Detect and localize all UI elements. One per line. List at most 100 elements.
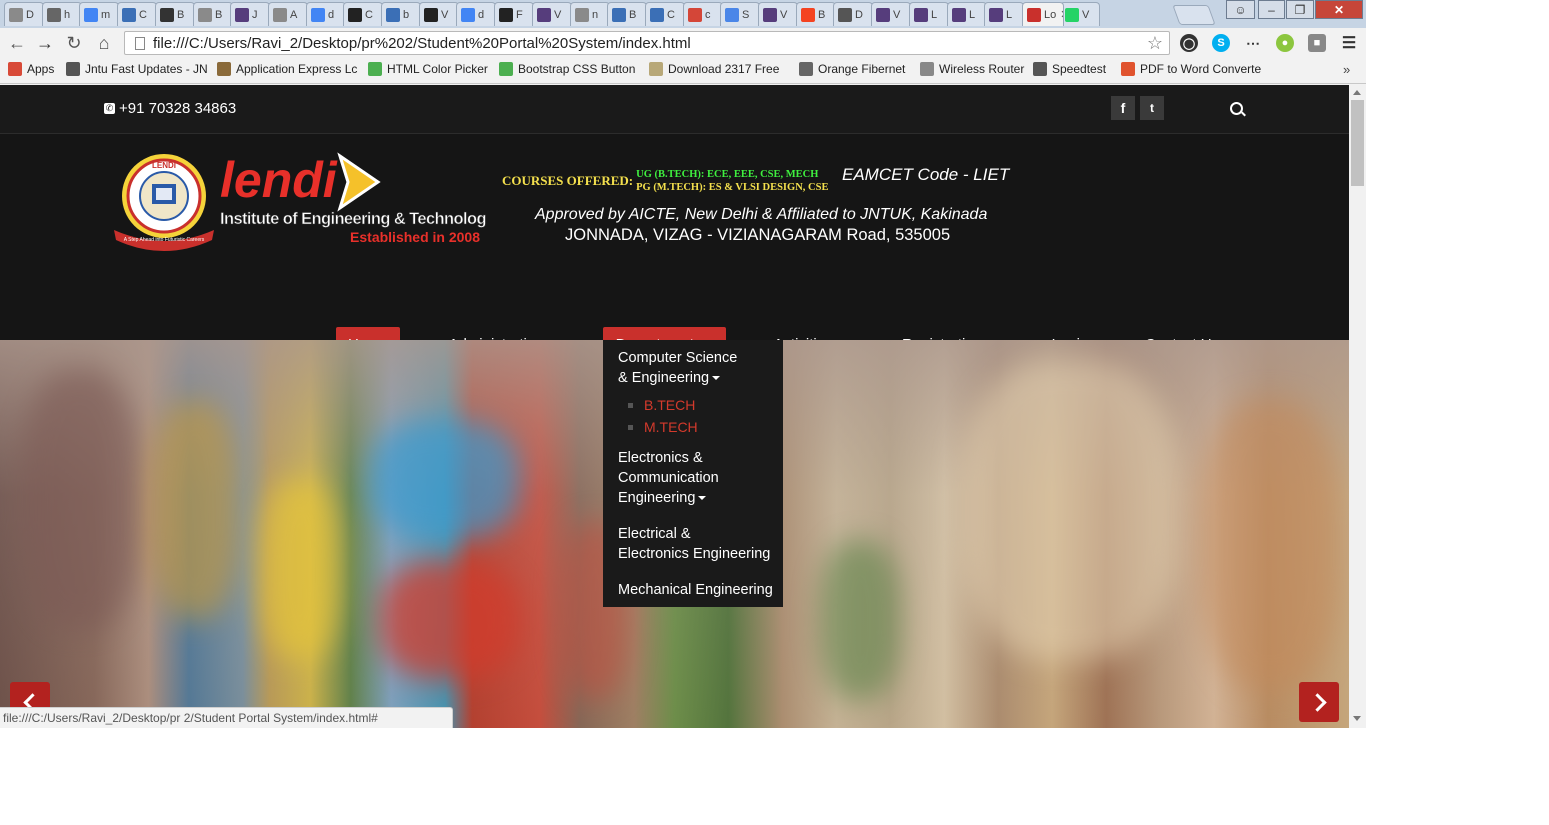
reload-button[interactable]: ↻ [63,32,85,54]
bookmark-item[interactable]: Jntu Fast Updates - JN [66,62,208,76]
facebook-icon[interactable]: f [1111,96,1135,120]
code-icon [650,7,664,22]
browser-tab[interactable]: C [343,2,383,26]
apps-grid-icon[interactable]: ⋯ [1244,34,1262,52]
bookmark-item[interactable]: HTML Color Picker [368,62,488,76]
browser-tab[interactable]: d [456,2,496,26]
page-scrollbar[interactable] [1349,85,1366,728]
gmail-icon [688,7,702,22]
browser-tab[interactable]: b [381,2,421,26]
departments-dropdown: Computer Science & Engineering B.TECH M.… [603,340,783,607]
browser-tab[interactable]: C [117,2,157,26]
browser-tab[interactable]: A [268,2,308,26]
joomla-icon [801,7,815,22]
twitter-icon[interactable]: t [1140,96,1164,120]
bookmark-item[interactable]: Speedtest [1033,62,1106,76]
new-tab-button[interactable] [1172,5,1216,25]
tab-title: c [705,8,711,21]
browser-tab[interactable]: h [42,2,82,26]
bookmark-label: Orange Fibernet [818,62,906,76]
bookmark-item[interactable]: PDF to Word Converte [1121,62,1261,76]
browser-tab[interactable]: L [909,2,949,26]
tab-title: F [516,8,523,21]
bookmarks-overflow-icon[interactable]: » [1343,62,1350,77]
browser-tab[interactable]: B [607,2,647,26]
menu-icon[interactable]: ☰ [1340,34,1358,52]
dept-cse[interactable]: Computer Science & Engineering [618,348,737,388]
browser-tab[interactable]: B [193,2,233,26]
browser-tab[interactable]: L [947,2,987,26]
bookmark-item[interactable]: Application Express Lc [217,62,357,76]
courses-offered: COURSES OFFERED: UG (B.TECH): ECE, EEE, … [502,168,828,194]
lendi-logo[interactable]: LENDI A Step Ahead into Futuristic Caree… [108,152,486,264]
browser-tab[interactable]: D [4,2,44,26]
carousel-next-button[interactable] [1299,682,1339,722]
tab-strip: ☺ – ❐ ✕ DhmCBBJAdCbVdFVnBCcSVBDVLLLLo✕V [0,0,1366,28]
browser-tab[interactable]: C [645,2,685,26]
browser-tab[interactable]: J [230,2,270,26]
extension-shield-icon[interactable]: ◯ [1180,34,1198,52]
browser-tab[interactable]: B [155,2,195,26]
home-button[interactable]: ⌂ [93,32,115,54]
page-icon [920,62,934,76]
hero-image [150,400,240,620]
logo-seal-text: LENDI [152,161,176,170]
minimize-button[interactable]: – [1258,0,1285,19]
bootstrap-button-icon [499,62,513,76]
address-bar[interactable]: file:///C:/Users/Ravi_2/Desktop/pr%202/S… [124,31,1170,55]
browser-tab[interactable]: B [796,2,836,26]
extension-square-icon[interactable]: ■ [1308,34,1326,52]
dept-cse-mtech[interactable]: M.TECH [628,419,698,435]
browser-tab[interactable]: m [79,2,119,26]
bookmark-item[interactable]: Bootstrap CSS Button [499,62,635,76]
search-icon[interactable] [1230,102,1243,115]
courses-ug: UG (B.TECH): ECE, EEE, CSE, MECH [636,169,819,180]
browser-tab[interactable]: c [683,2,723,26]
dept-cse-btech[interactable]: B.TECH [628,397,695,413]
top-bar: ✆ +91 70328 34863 f t [0,85,1349,134]
bookmark-item[interactable]: Wireless Router [920,62,1024,76]
close-tab-icon[interactable]: ✕ [1060,8,1063,21]
user-profile-button[interactable]: ☺ [1226,0,1255,19]
bookmark-label: Wireless Router [939,62,1025,76]
bookmark-item[interactable]: Download 2317 Free [649,62,779,76]
caret-down-icon [712,376,721,381]
browser-tab[interactable]: V [532,2,572,26]
github-icon [348,7,362,22]
browser-tab[interactable]: L [984,2,1024,26]
dept-ece[interactable]: Electronics & Communication Engineering [618,448,719,508]
bookmark-star-icon[interactable]: ☆ [1147,33,1163,54]
tab-title: V [893,8,901,21]
tab-title: b [403,8,410,21]
browser-tab[interactable]: F [494,2,534,26]
hero-image [260,480,340,660]
tab-title: L [1006,8,1013,21]
browser-tab[interactable]: V [1060,2,1100,26]
browser-tab[interactable]: d [306,2,346,26]
c-icon [386,7,400,22]
code-icon [122,7,136,22]
browser-tab[interactable]: V [419,2,459,26]
address-url[interactable]: file:///C:/Users/Ravi_2/Desktop/pr%202/S… [153,35,691,52]
scroll-up-icon[interactable] [1353,90,1361,95]
github-icon [424,7,438,22]
page-icon [9,7,23,22]
browser-tab[interactable]: V [871,2,911,26]
forward-button[interactable]: → [34,32,56,54]
dept-eee[interactable]: Electrical & Electronics Engineering [618,524,770,564]
scrollbar-thumb[interactable] [1351,100,1364,186]
dept-mech[interactable]: Mechanical Engineering [618,580,773,600]
bookmark-item[interactable]: Orange Fibernet [799,62,905,76]
close-window-button[interactable]: ✕ [1315,0,1363,19]
browser-tab[interactable]: Lo✕ [1022,2,1064,26]
restore-button[interactable]: ❐ [1286,0,1314,19]
browser-tab[interactable]: n [570,2,610,26]
extension-circle-icon[interactable]: ● [1276,34,1294,52]
browser-tab[interactable]: V [758,2,798,26]
browser-tab[interactable]: S [720,2,760,26]
bookmark-item[interactable]: Apps [8,62,54,76]
skype-icon[interactable]: S [1212,34,1230,52]
scroll-down-icon[interactable] [1353,716,1361,721]
browser-tab[interactable]: D [833,2,873,26]
back-button[interactable]: ← [6,32,28,54]
